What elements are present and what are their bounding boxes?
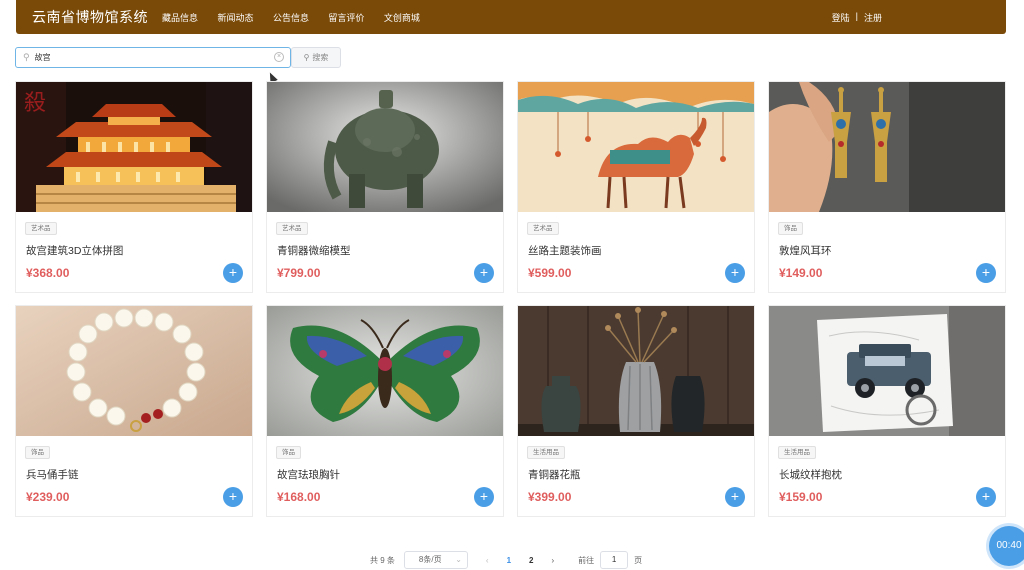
- product-image[interactable]: [267, 306, 503, 436]
- product-price: ¥599.00: [528, 266, 572, 280]
- product-image[interactable]: [769, 82, 1005, 212]
- product-card[interactable]: 饰品 兵马俑手链 ¥239.00 +: [15, 305, 253, 517]
- svg-text:殺: 殺: [24, 91, 46, 116]
- site-title[interactable]: 云南省博物馆系统: [32, 7, 148, 27]
- product-name[interactable]: 故宫珐琅胸针: [277, 467, 340, 482]
- nav-announcements[interactable]: 公告信息: [273, 13, 309, 23]
- top-navbar: 云南省博物馆系统 藏品信息 新闻动态 公告信息 留言评价 文创商城 登陆 | 注…: [16, 0, 1006, 34]
- nav-shop[interactable]: 文创商城: [384, 13, 420, 23]
- add-to-cart-button[interactable]: +: [976, 487, 996, 507]
- product-price: ¥239.00: [26, 490, 70, 504]
- product-name[interactable]: 兵马俑手链: [26, 467, 79, 482]
- clear-icon[interactable]: ×: [274, 52, 284, 62]
- category-tag: 艺术品: [276, 222, 308, 235]
- product-name[interactable]: 丝路主题装饰画: [528, 243, 602, 258]
- search-icon: ⚲: [23, 52, 30, 62]
- page-size-value: 8条/页: [418, 555, 442, 564]
- pagination: 共 9 条 8条/页 ⌄ ‹ 1 2 › 前往 1 页: [370, 551, 642, 569]
- add-to-cart-button[interactable]: +: [474, 263, 494, 283]
- product-price: ¥368.00: [26, 266, 70, 280]
- auth-separator: |: [855, 10, 858, 21]
- add-to-cart-button[interactable]: +: [725, 263, 745, 283]
- login-link[interactable]: 登陆: [832, 11, 850, 24]
- product-image[interactable]: 殺: [16, 82, 252, 212]
- product-name[interactable]: 青铜器微缩模型: [277, 243, 351, 258]
- search-box: ⚲ ×: [15, 47, 291, 68]
- product-name[interactable]: 长城纹样抱枕: [779, 467, 842, 482]
- page-unit-label: 页: [634, 555, 643, 565]
- product-image[interactable]: [518, 82, 754, 212]
- product-price: ¥149.00: [779, 266, 823, 280]
- product-card[interactable]: 生活用品 青铜器花瓶 ¥399.00 +: [517, 305, 755, 517]
- product-image[interactable]: [16, 306, 252, 436]
- main-nav: 藏品信息 新闻动态 公告信息 留言评价 文创商城: [162, 8, 435, 26]
- product-card[interactable]: 饰品 敦煌风耳环 ¥149.00 +: [768, 81, 1006, 293]
- goto-page-input[interactable]: 1: [600, 551, 629, 569]
- category-tag: 饰品: [25, 446, 50, 459]
- product-card[interactable]: 生活用品 长城纹样抱枕 ¥159.00 +: [768, 305, 1006, 517]
- nav-messages[interactable]: 留言评价: [328, 13, 364, 23]
- category-tag: 饰品: [778, 222, 803, 235]
- product-card[interactable]: 艺术品 青铜器微缩模型 ¥799.00 +: [266, 81, 504, 293]
- product-price: ¥159.00: [779, 490, 823, 504]
- product-name[interactable]: 故宫建筑3D立体拼图: [26, 243, 123, 258]
- product-image[interactable]: [267, 82, 503, 212]
- add-to-cart-button[interactable]: +: [725, 487, 745, 507]
- register-link[interactable]: 注册: [864, 11, 882, 24]
- page-size-select[interactable]: 8条/页 ⌄: [403, 551, 468, 569]
- search-button-label: 搜索: [312, 53, 329, 62]
- nav-news[interactable]: 新闻动态: [217, 13, 253, 23]
- goto-label: 前往: [578, 555, 595, 565]
- total-count: 共 9 条: [370, 555, 395, 565]
- category-tag: 艺术品: [527, 222, 559, 235]
- add-to-cart-button[interactable]: +: [474, 487, 494, 507]
- timer-badge[interactable]: 00:40: [989, 526, 1024, 566]
- product-card[interactable]: 饰品 故宫珐琅胸针 ¥168.00 +: [266, 305, 504, 517]
- product-price: ¥168.00: [277, 490, 321, 504]
- product-image[interactable]: [769, 306, 1005, 436]
- search-button[interactable]: ⚲ 搜索: [291, 47, 341, 68]
- add-to-cart-button[interactable]: +: [223, 487, 243, 507]
- product-price: ¥399.00: [528, 490, 572, 504]
- product-image[interactable]: [518, 306, 754, 436]
- next-page-icon[interactable]: ›: [551, 556, 554, 565]
- auth-links: 登陆 | 注册: [832, 11, 882, 24]
- chevron-down-icon: ⌄: [455, 555, 462, 564]
- product-price: ¥799.00: [277, 266, 321, 280]
- search-button-icon: ⚲: [303, 53, 310, 62]
- nav-collections[interactable]: 藏品信息: [162, 13, 198, 23]
- prev-page-icon[interactable]: ‹: [486, 556, 489, 565]
- page-number-1[interactable]: 1: [507, 556, 511, 565]
- product-name[interactable]: 敦煌风耳环: [779, 243, 832, 258]
- product-card[interactable]: 艺术品 丝路主题装饰画 ¥599.00 +: [517, 81, 755, 293]
- product-name[interactable]: 青铜器花瓶: [528, 467, 581, 482]
- category-tag: 生活用品: [527, 446, 565, 459]
- add-to-cart-button[interactable]: +: [976, 263, 996, 283]
- product-card[interactable]: 殺 艺术品 故宫建筑3D立体拼图 ¥368.00 +: [15, 81, 253, 293]
- page-number-2[interactable]: 2: [529, 556, 533, 565]
- category-tag: 饰品: [276, 446, 301, 459]
- add-to-cart-button[interactable]: +: [223, 263, 243, 283]
- category-tag: 生活用品: [778, 446, 816, 459]
- search-input[interactable]: [34, 53, 255, 62]
- category-tag: 艺术品: [25, 222, 57, 235]
